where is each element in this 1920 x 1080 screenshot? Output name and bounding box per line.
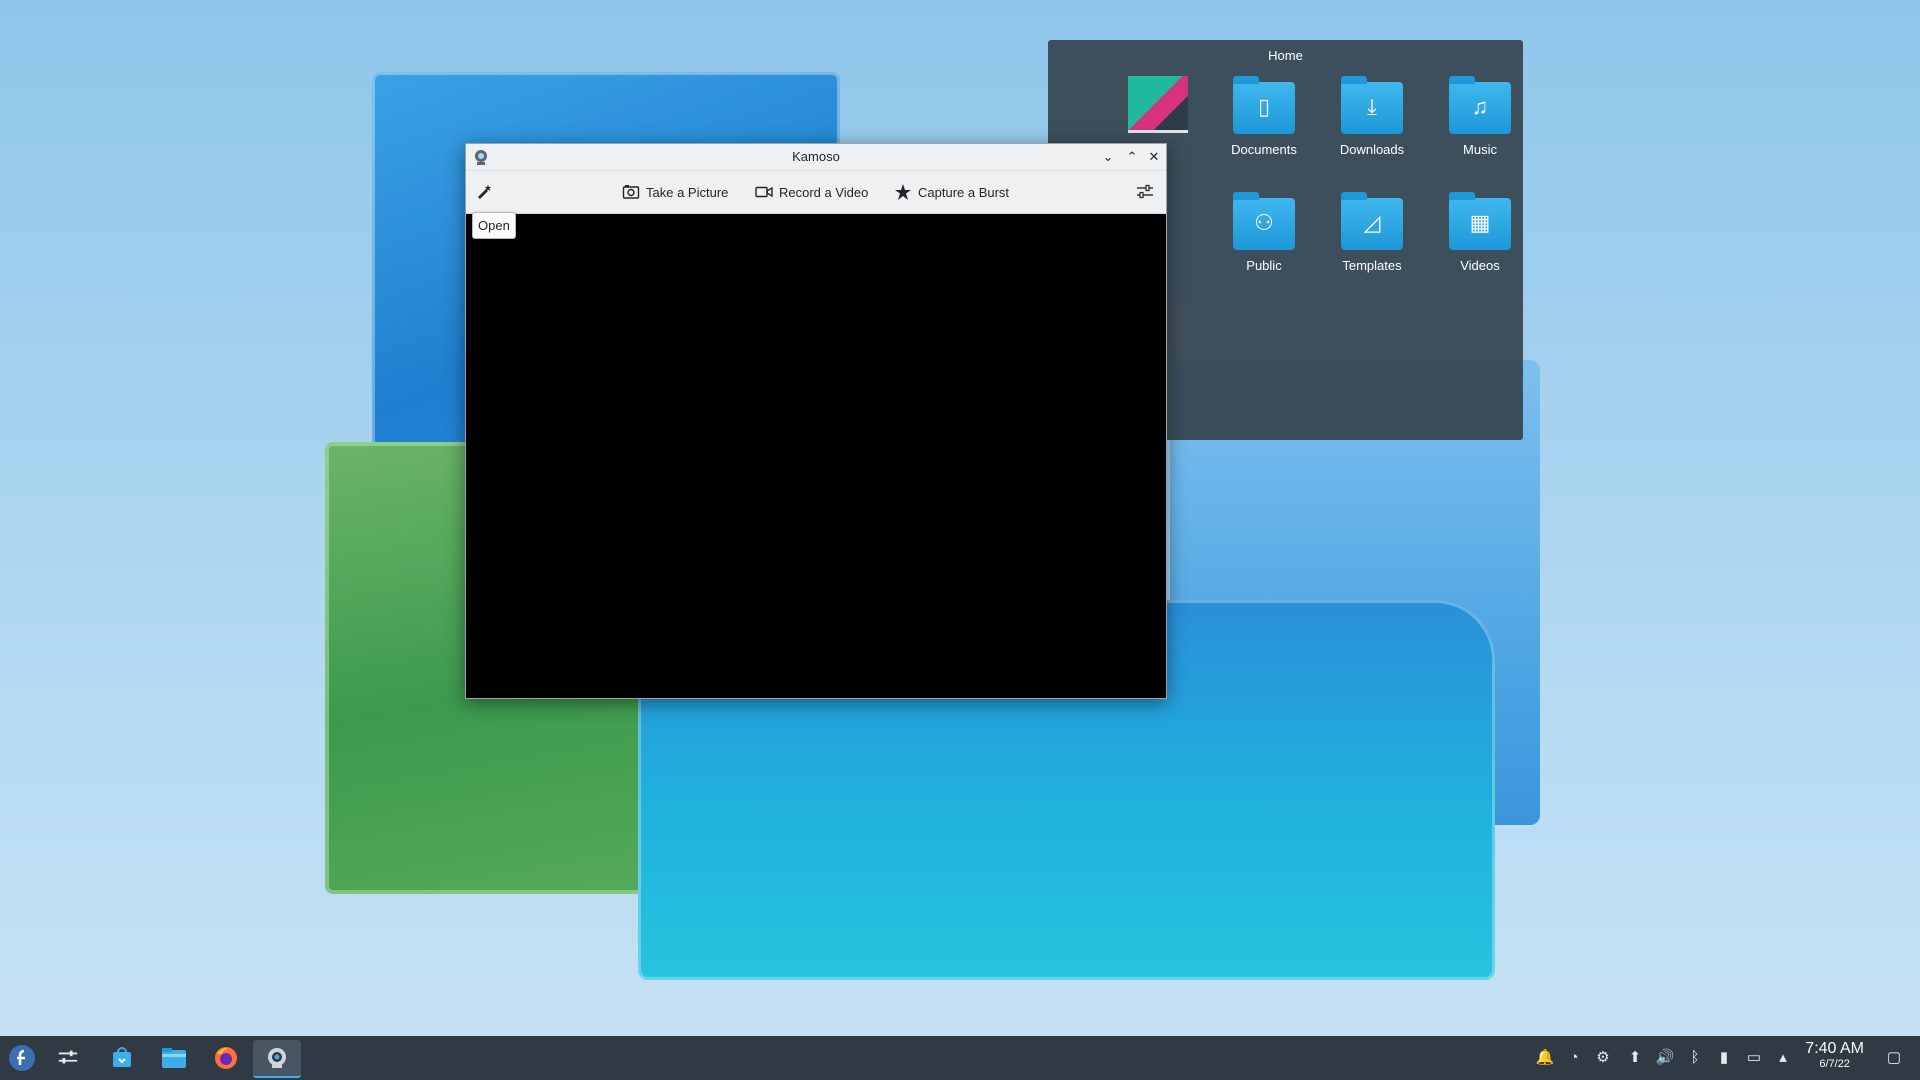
folder-item-downloads[interactable]: ⤓ Downloads bbox=[1322, 76, 1422, 157]
folder-item-music[interactable]: ♫ Music bbox=[1430, 76, 1530, 157]
kamoso-window: Kamoso ⌄ ⌃ ✕ Take a Picture Record a Vid… bbox=[465, 143, 1167, 699]
folder-view-title: Home bbox=[1268, 48, 1303, 63]
camera-viewport bbox=[466, 214, 1166, 698]
settings-sliders-icon bbox=[58, 1050, 78, 1064]
task-kamoso[interactable] bbox=[253, 1040, 301, 1078]
record-video-button[interactable]: Record a Video bbox=[755, 181, 868, 203]
capture-burst-button[interactable]: Capture a Burst bbox=[894, 181, 1009, 203]
camera-icon bbox=[622, 185, 640, 199]
folder-label: Downloads bbox=[1339, 142, 1405, 157]
open-button[interactable] bbox=[476, 181, 494, 203]
clock-time: 7:40 AM bbox=[1805, 1040, 1864, 1057]
folder-icon bbox=[162, 1048, 186, 1068]
digital-clock[interactable]: 7:40 AM 6/7/22 bbox=[1805, 1040, 1864, 1070]
expand-tray-icon[interactable]: ▴ bbox=[1773, 1048, 1793, 1068]
videos-folder-icon: ▦ bbox=[1449, 192, 1511, 250]
firefox-icon bbox=[215, 1047, 237, 1069]
templates-folder-icon: ◿ bbox=[1341, 192, 1403, 250]
task-file-manager[interactable] bbox=[156, 1040, 192, 1076]
folder-label: Documents bbox=[1231, 142, 1297, 157]
image-thumbnail-icon bbox=[1128, 76, 1188, 133]
window-titlebar[interactable]: Kamoso ⌄ ⌃ ✕ bbox=[466, 144, 1166, 171]
public-folder-icon: ⚇ bbox=[1233, 192, 1295, 250]
task-discover[interactable] bbox=[104, 1040, 140, 1076]
kdeconnect-icon[interactable]: ⚙ bbox=[1593, 1048, 1613, 1068]
folder-item-public[interactable]: ⚇ Public bbox=[1214, 192, 1314, 273]
video-camera-icon bbox=[755, 186, 773, 198]
folder-label: Videos bbox=[1460, 258, 1500, 273]
window-title: Kamoso bbox=[792, 149, 840, 164]
pager-button[interactable] bbox=[50, 1040, 86, 1076]
network-icon[interactable]: ▭ bbox=[1744, 1048, 1764, 1068]
open-tooltip: Open bbox=[472, 212, 516, 239]
folder-item-image[interactable] bbox=[1108, 76, 1208, 133]
taskbar: 🔔 ◔ ⚙ ⬆ 🔊 ᛒ ▮ ▭ ▴ 7:40 AM 6/7/22 ▢ bbox=[0, 1036, 1920, 1080]
clock-date: 6/7/22 bbox=[1819, 1058, 1850, 1070]
capture-burst-label: Capture a Burst bbox=[918, 184, 1010, 200]
updates-icon[interactable]: ⬆ bbox=[1625, 1048, 1645, 1068]
documents-folder-icon: ▯ bbox=[1233, 76, 1295, 134]
bluetooth-icon[interactable]: ᛒ bbox=[1685, 1048, 1705, 1068]
folder-item-documents[interactable]: ▯ Documents bbox=[1214, 76, 1314, 157]
webcam-icon bbox=[268, 1048, 286, 1068]
music-folder-icon: ♫ bbox=[1449, 76, 1511, 134]
notifications-icon[interactable]: 🔔 bbox=[1535, 1048, 1555, 1068]
take-picture-label: Take a Picture bbox=[646, 184, 729, 200]
folder-label: Public bbox=[1246, 258, 1282, 273]
record-video-label: Record a Video bbox=[779, 184, 869, 200]
fedora-logo-icon bbox=[9, 1045, 35, 1071]
settings-sliders-icon bbox=[1137, 184, 1153, 199]
burst-star-icon bbox=[895, 184, 911, 200]
folder-label: Templates bbox=[1342, 258, 1402, 273]
toolbar: Take a Picture Record a Video Capture a … bbox=[466, 171, 1166, 214]
volume-icon[interactable]: 🔊 bbox=[1655, 1048, 1675, 1068]
close-button[interactable]: ✕ bbox=[1144, 147, 1164, 167]
show-desktop-icon[interactable]: ▢ bbox=[1884, 1048, 1904, 1068]
effects-wand-icon bbox=[478, 185, 491, 199]
maximize-button[interactable]: ⌃ bbox=[1122, 147, 1142, 167]
minimize-button[interactable]: ⌄ bbox=[1098, 147, 1118, 167]
folder-label: Music bbox=[1463, 142, 1497, 157]
settings-button[interactable] bbox=[1136, 181, 1154, 203]
task-firefox[interactable] bbox=[208, 1040, 244, 1076]
downloads-folder-icon: ⤓ bbox=[1341, 76, 1403, 134]
application-launcher[interactable] bbox=[4, 1040, 40, 1076]
take-picture-button[interactable]: Take a Picture bbox=[622, 181, 728, 203]
rss-feed-icon[interactable]: ◔ bbox=[1564, 1048, 1584, 1068]
removable-device-icon[interactable]: ▮ bbox=[1714, 1048, 1734, 1068]
software-center-icon bbox=[113, 1047, 131, 1067]
folder-item-templates[interactable]: ◿ Templates bbox=[1322, 192, 1422, 273]
folder-item-videos[interactable]: ▦ Videos bbox=[1430, 192, 1530, 273]
